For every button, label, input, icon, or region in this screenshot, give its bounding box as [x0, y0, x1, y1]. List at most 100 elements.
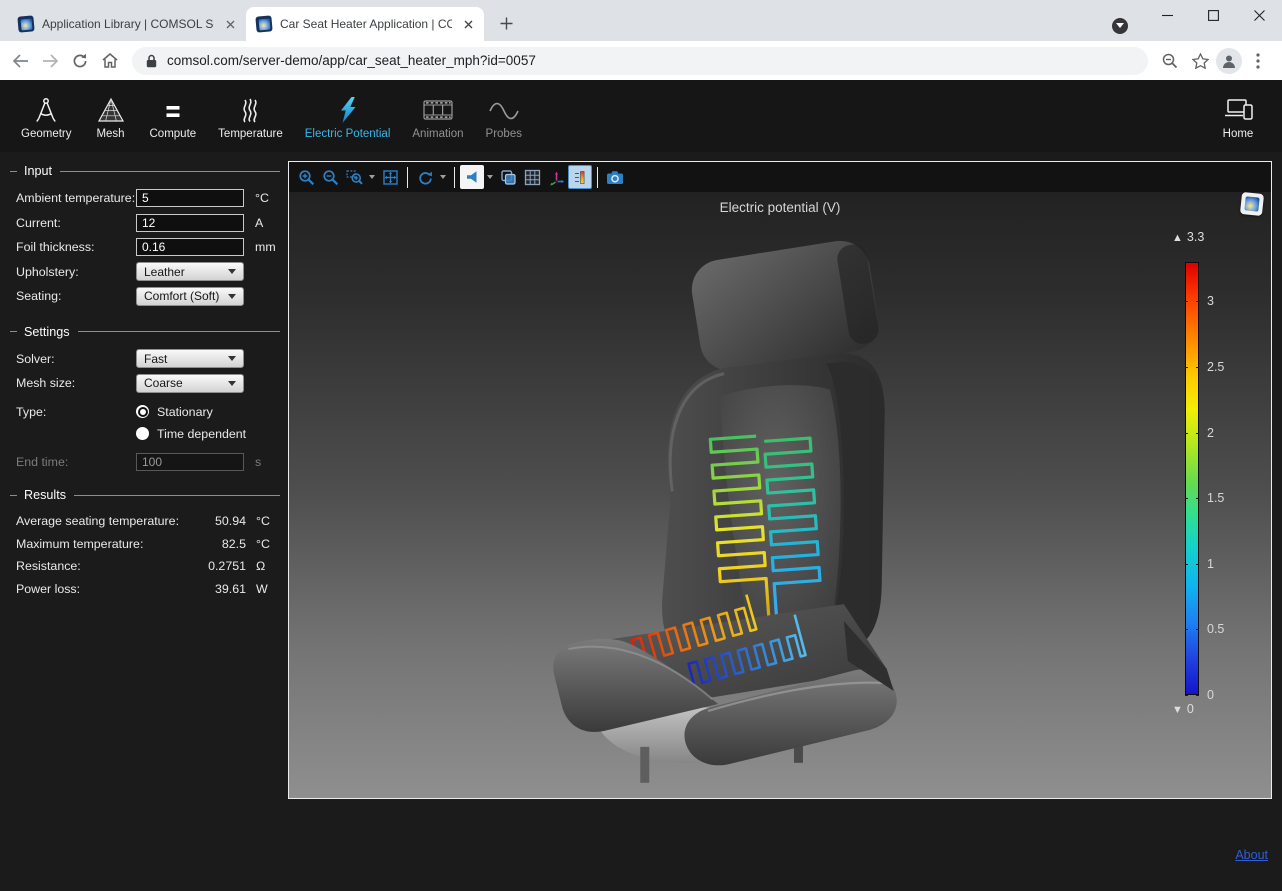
forward-button[interactable]	[36, 47, 64, 75]
view-button[interactable]	[460, 165, 484, 189]
ribbon-item-electric-potential[interactable]: Electric Potential	[294, 90, 402, 142]
chevron-down-icon	[228, 381, 236, 386]
colorbar-tick-mark	[1185, 564, 1188, 565]
tab-close-icon[interactable]	[222, 16, 238, 32]
result-value: 0.2751	[190, 559, 246, 573]
dropdown-value: Leather	[144, 265, 185, 279]
toolbar-separator	[597, 167, 598, 188]
ribbon-item-geometry[interactable]: Geometry	[10, 90, 83, 142]
seating-row: Seating: Comfort (Soft)	[16, 284, 282, 309]
result-row: Power loss: 39.61 W	[16, 578, 282, 601]
type-row-stationary: Type: Stationary	[16, 401, 282, 423]
colorbar-tick-mark	[1196, 498, 1199, 499]
grid-button[interactable]	[520, 165, 544, 189]
result-value: 50.94	[190, 514, 246, 528]
reset-view-button[interactable]	[413, 165, 437, 189]
colorbar-tick-mark	[1196, 301, 1199, 302]
zoom-box-menu-caret[interactable]	[366, 165, 378, 189]
result-row: Resistance: 0.2751 Ω	[16, 555, 282, 578]
window-minimize-button[interactable]	[1144, 0, 1190, 30]
snapshot-camera-button[interactable]	[603, 165, 627, 189]
section-results: Results	[10, 488, 282, 502]
field-label: End time:	[16, 455, 136, 469]
zoom-box-button[interactable]	[342, 165, 366, 189]
mesh-size-row: Mesh size: Coarse	[16, 371, 282, 396]
electric-potential-icon	[334, 92, 362, 124]
ribbon-label: Electric Potential	[305, 128, 391, 140]
back-button[interactable]	[6, 47, 34, 75]
section-settings: Settings	[10, 325, 282, 339]
colorbar-tick-mark	[1185, 629, 1188, 630]
mesh-icon	[97, 92, 125, 124]
new-tab-button[interactable]	[492, 9, 520, 37]
colorbar-tick-mark	[1185, 301, 1188, 302]
ribbon-item-mesh[interactable]: Mesh	[83, 90, 139, 142]
result-row: Average seating temperature: 50.94 °C	[16, 510, 282, 533]
ribbon-label: Geometry	[21, 128, 72, 140]
plot-container: Electric potential (V)	[288, 161, 1272, 799]
solver-row: Solver: Fast	[16, 347, 282, 372]
chevron-down-icon	[228, 356, 236, 361]
field-label: Current:	[16, 216, 136, 230]
color-legend-button[interactable]	[568, 165, 592, 189]
ambient-temperature-input[interactable]	[136, 189, 244, 207]
colorbar-tick-mark	[1185, 498, 1188, 499]
result-unit: W	[256, 582, 282, 596]
current-row: Current: A	[16, 211, 282, 236]
seating-dropdown[interactable]: Comfort (Soft)	[136, 287, 244, 306]
ribbon-label: Animation	[412, 128, 463, 140]
result-row: Maximum temperature: 82.5 °C	[16, 533, 282, 556]
colorbar-max-label: ▲3.3	[1172, 230, 1204, 244]
field-label: Mesh size:	[16, 376, 136, 390]
reset-view-menu-caret[interactable]	[437, 165, 449, 189]
ribbon-item-compute[interactable]: Compute	[139, 90, 208, 142]
geometry-icon	[32, 92, 60, 124]
field-unit: mm	[255, 240, 283, 254]
zoom-in-button[interactable]	[294, 165, 318, 189]
page-zoom-icon[interactable]	[1156, 47, 1184, 75]
zoom-extents-button[interactable]	[378, 165, 402, 189]
bookmark-star-icon[interactable]	[1186, 47, 1214, 75]
dropdown-value: Comfort (Soft)	[144, 289, 219, 303]
window-maximize-button[interactable]	[1190, 0, 1236, 30]
result-unit: °C	[256, 537, 282, 551]
transparency-button[interactable]	[496, 165, 520, 189]
compute-icon	[159, 92, 187, 124]
mesh-size-dropdown[interactable]: Coarse	[136, 374, 244, 393]
solver-dropdown[interactable]: Fast	[136, 349, 244, 368]
app-content: Input Ambient temperature: °C Current: A…	[0, 152, 1282, 891]
field-label: Foil thickness:	[16, 240, 136, 254]
address-bar[interactable]: comsol.com/server-demo/app/car_seat_heat…	[132, 47, 1148, 75]
result-label: Resistance:	[16, 559, 190, 573]
tab-application-library[interactable]: Application Library | COMSOL Se	[8, 7, 246, 41]
about-link[interactable]: About	[1235, 848, 1268, 862]
comsol-favicon	[17, 15, 34, 32]
menu-dots-icon[interactable]	[1244, 47, 1272, 75]
colorbar-tick-label: 0.5	[1207, 622, 1224, 636]
result-label: Average seating temperature:	[16, 514, 190, 528]
tab-close-icon[interactable]	[460, 16, 476, 32]
window-close-button[interactable]	[1236, 0, 1282, 30]
plot-canvas[interactable]: Electric potential (V)	[289, 192, 1271, 798]
ribbon-item-temperature[interactable]: Temperature	[207, 90, 294, 142]
ribbon-label: Home	[1223, 128, 1254, 140]
chrome-update-icon[interactable]	[1112, 18, 1128, 34]
home-button[interactable]	[96, 47, 124, 75]
tab-car-seat-heater[interactable]: Car Seat Heater Application | CO	[246, 7, 484, 41]
profile-avatar[interactable]	[1216, 48, 1242, 74]
zoom-out-button[interactable]	[318, 165, 342, 189]
radio-stationary[interactable]	[136, 405, 149, 418]
dropdown-value: Fast	[144, 352, 167, 366]
radio-time-dependent[interactable]	[136, 427, 149, 440]
ribbon-label: Compute	[150, 128, 197, 140]
colorbar-tick-label: 3	[1207, 294, 1214, 308]
browser-window: Application Library | COMSOL Se Car Seat…	[0, 0, 1282, 80]
view-menu-caret[interactable]	[484, 165, 496, 189]
foil-thickness-input[interactable]	[136, 238, 244, 256]
reload-button[interactable]	[66, 47, 94, 75]
axes-orientation-button[interactable]	[544, 165, 568, 189]
upholstery-dropdown[interactable]: Leather	[136, 262, 244, 281]
colorbar-tick-mark	[1196, 433, 1199, 434]
current-input[interactable]	[136, 214, 244, 232]
ribbon-item-home[interactable]: Home	[1210, 90, 1266, 142]
